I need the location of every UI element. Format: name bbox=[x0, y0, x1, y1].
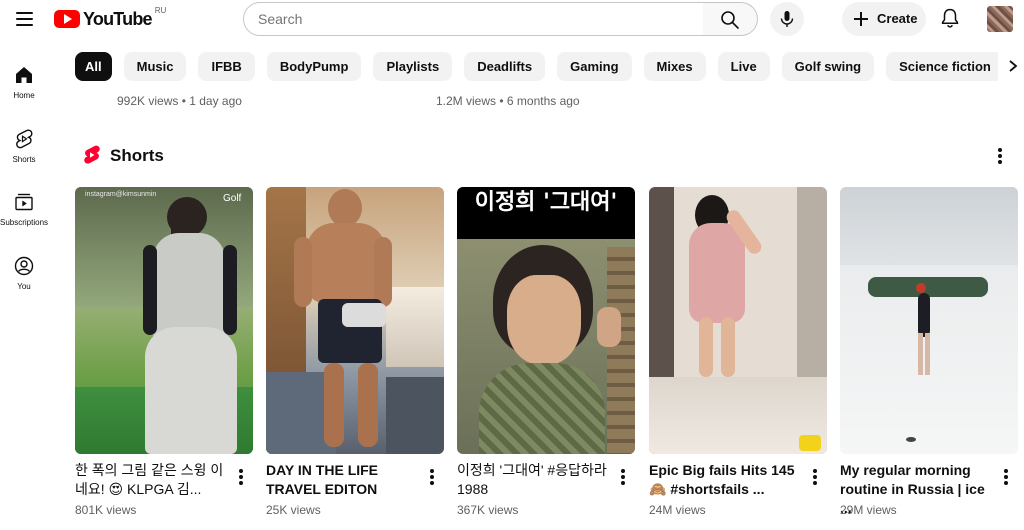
search-field[interactable] bbox=[243, 2, 704, 36]
sidebar-item-subscriptions[interactable]: Subscriptions bbox=[0, 180, 48, 236]
chip-live[interactable]: Live bbox=[717, 52, 770, 81]
chip-all[interactable]: All bbox=[75, 52, 112, 81]
short-thumbnail[interactable] bbox=[266, 187, 444, 454]
short-more-button[interactable] bbox=[996, 466, 1016, 488]
sidebar: Home Shorts Subscriptions You bbox=[0, 48, 48, 530]
more-vert-icon bbox=[1004, 469, 1008, 485]
short-views: 25K views bbox=[266, 503, 321, 517]
chip-golf-swing[interactable]: Golf swing bbox=[781, 52, 875, 81]
short-card: 이정희 '그대여' 이정희 '그대여' #응답하라1988 367K views bbox=[457, 187, 635, 517]
youtube-logo[interactable]: YouTube RU bbox=[54, 6, 166, 32]
short-thumbnail[interactable]: Golf instagram@kimsunmin bbox=[75, 187, 253, 454]
more-vert-icon bbox=[621, 469, 625, 485]
thumbnail-overlay-text: Golf bbox=[223, 193, 242, 204]
more-vert-icon bbox=[430, 469, 434, 485]
menu-icon[interactable] bbox=[14, 8, 36, 30]
shorts-icon bbox=[16, 129, 33, 149]
chip-bar: All Music IFBB BodyPump Playlists Deadlifts Ga… bbox=[75, 52, 1024, 82]
chevron-right-icon bbox=[1009, 60, 1018, 72]
short-card: Golf instagram@kimsunmin 한 폭의 그림 같은 스윙 이… bbox=[75, 187, 253, 517]
short-card: DAY IN THE LIFE TRAVEL EDITON 25K views bbox=[266, 187, 444, 517]
thumbnail-overlay-text: 이정희 '그대여' bbox=[474, 190, 618, 215]
chip-scroll-right-button[interactable] bbox=[998, 50, 1024, 82]
shorts-logo-icon bbox=[84, 145, 100, 164]
short-thumbnail[interactable] bbox=[840, 187, 1018, 454]
short-thumbnail[interactable] bbox=[649, 187, 827, 454]
chip-gaming[interactable]: Gaming bbox=[557, 52, 632, 81]
microphone-icon bbox=[780, 11, 794, 27]
voice-search-button[interactable] bbox=[770, 2, 804, 36]
sidebar-item-label: Home bbox=[13, 91, 35, 100]
short-title[interactable]: DAY IN THE LIFE TRAVEL EDITON bbox=[266, 461, 416, 499]
create-label: Create bbox=[877, 11, 918, 26]
short-more-button[interactable] bbox=[231, 466, 251, 488]
chip-bodypump[interactable]: BodyPump bbox=[266, 52, 362, 81]
top-bar: YouTube RU Create bbox=[0, 0, 1024, 40]
short-title[interactable]: 한 폭의 그림 같은 스윙 이네요! 😍 KLPGA 김... bbox=[75, 461, 225, 499]
chip-mixes[interactable]: Mixes bbox=[643, 52, 706, 81]
short-views: 801K views bbox=[75, 503, 137, 517]
sidebar-item-label: Shorts bbox=[12, 155, 36, 164]
search-button[interactable] bbox=[703, 2, 758, 36]
short-title[interactable]: Epic Big fails Hits 145 🙈 #shortsfails .… bbox=[649, 461, 799, 499]
sidebar-item-label: Subscriptions bbox=[0, 218, 49, 227]
chip-deadlifts[interactable]: Deadlifts bbox=[464, 52, 546, 81]
notifications-button[interactable] bbox=[938, 6, 962, 30]
thumbnail-watermark: instagram@kimsunmin bbox=[85, 191, 157, 198]
subscriptions-icon bbox=[15, 193, 33, 211]
short-card: Epic Big fails Hits 145 🙈 #shortsfails .… bbox=[649, 187, 827, 517]
shorts-section-title: Shorts bbox=[110, 146, 164, 165]
shorts-section-header: Shorts bbox=[83, 144, 164, 168]
video-meta: 1.2M views • 6 months ago bbox=[436, 94, 580, 108]
sidebar-item-home[interactable]: Home bbox=[0, 53, 48, 109]
bell-icon bbox=[941, 8, 959, 28]
more-vert-icon bbox=[813, 469, 817, 485]
short-views: 29M views bbox=[840, 503, 897, 517]
create-button[interactable]: Create bbox=[842, 2, 926, 36]
section-more-button[interactable] bbox=[990, 145, 1010, 167]
chip-ifbb[interactable]: IFBB bbox=[198, 52, 255, 81]
chip-science-fiction[interactable]: Science fiction bbox=[886, 52, 1004, 81]
more-vert-icon bbox=[239, 469, 243, 485]
sidebar-item-label: You bbox=[17, 282, 31, 291]
logo-text: YouTube bbox=[83, 9, 153, 29]
video-meta: 992K views • 1 day ago bbox=[117, 94, 242, 108]
you-icon bbox=[14, 256, 34, 276]
short-views: 367K views bbox=[457, 503, 519, 517]
short-more-button[interactable] bbox=[805, 466, 825, 488]
short-card: My regular morning routine in Russia | i… bbox=[840, 187, 1018, 517]
home-icon bbox=[16, 67, 32, 83]
short-views: 24M views bbox=[649, 503, 706, 517]
short-more-button[interactable] bbox=[613, 466, 633, 488]
avatar[interactable] bbox=[987, 6, 1013, 32]
search-icon bbox=[721, 11, 739, 29]
more-vert-icon bbox=[998, 148, 1002, 164]
sidebar-item-shorts[interactable]: Shorts bbox=[0, 117, 48, 173]
chip-music[interactable]: Music bbox=[123, 52, 187, 81]
search-input[interactable] bbox=[244, 3, 703, 35]
sidebar-item-you[interactable]: You bbox=[0, 244, 48, 300]
short-more-button[interactable] bbox=[422, 466, 442, 488]
youtube-play-icon bbox=[54, 10, 80, 28]
chip-playlists[interactable]: Playlists bbox=[373, 52, 453, 81]
short-thumbnail[interactable]: 이정희 '그대여' bbox=[457, 187, 635, 454]
short-title[interactable]: 이정희 '그대여' #응답하라1988 bbox=[457, 461, 607, 499]
logo-region: RU bbox=[154, 6, 167, 15]
plus-icon bbox=[854, 12, 868, 26]
